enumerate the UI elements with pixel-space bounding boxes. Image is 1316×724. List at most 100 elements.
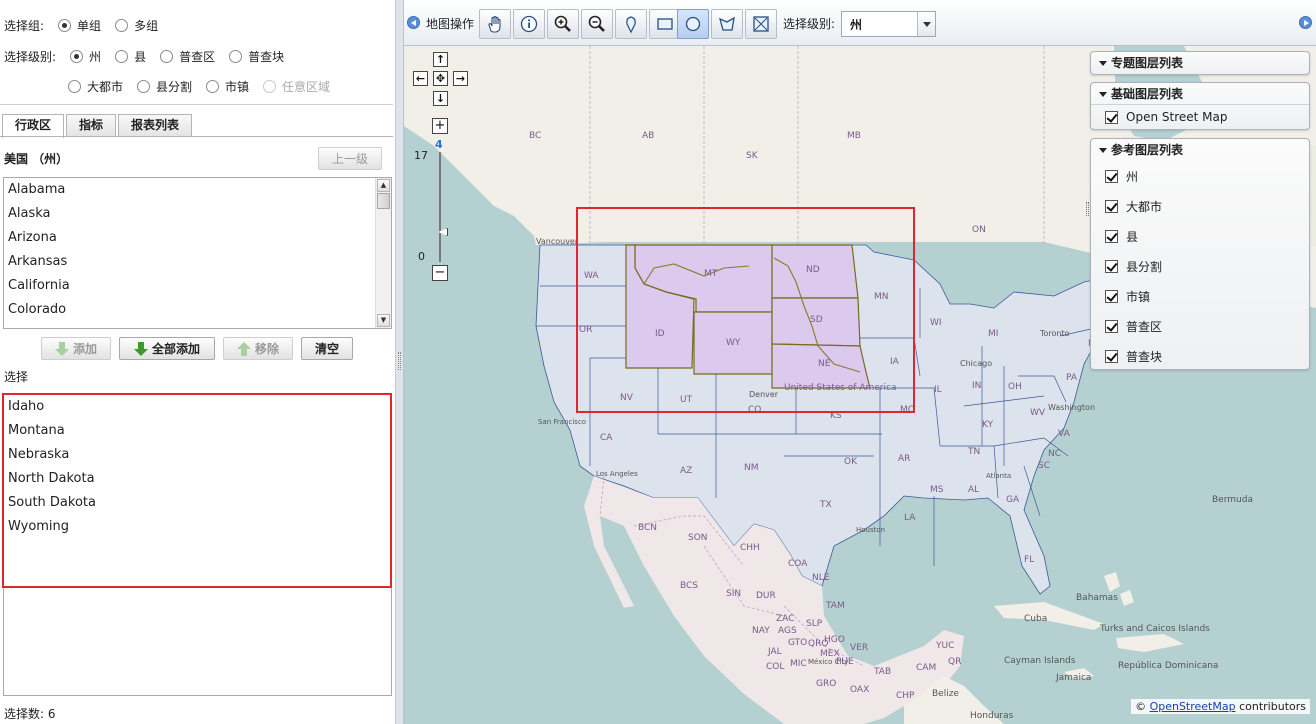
list-item[interactable]: Nebraska (4, 443, 391, 467)
checkbox-icon[interactable] (1105, 289, 1118, 303)
scroll-up-icon[interactable]: ▲ (377, 179, 390, 192)
radio-level-county-subdivision[interactable]: 县分割 (137, 78, 192, 95)
label-son: SON (688, 533, 708, 543)
marker-icon (626, 16, 636, 34)
radio-level-tract[interactable]: 普查区 (160, 48, 215, 65)
zoom-in-icon (554, 15, 571, 32)
radio-level-county[interactable]: 县 (115, 48, 146, 65)
cuba (994, 602, 1104, 630)
list-item[interactable]: California (4, 274, 391, 298)
list-item[interactable]: Wyoming (4, 515, 391, 539)
checkbox-icon[interactable] (1105, 110, 1118, 124)
radio-level-block[interactable]: 普查块 (229, 48, 284, 65)
selected-regions-list[interactable]: Idaho Montana Nebraska North Dakota South Da… (3, 394, 392, 696)
level-label: 选择级别: (4, 49, 57, 64)
radio-level-state[interactable]: 州 (70, 48, 101, 65)
add-button[interactable]: 添加 (41, 337, 111, 360)
label-gro: GRO (816, 679, 836, 689)
pan-tool-button[interactable] (479, 9, 511, 39)
label-denver: Denver (749, 390, 779, 399)
checkbox-icon[interactable] (1105, 229, 1118, 243)
label-dominicana: República Dominicana (1118, 661, 1218, 671)
pan-down-icon[interactable]: ↓ (433, 91, 448, 106)
checkbox-icon[interactable] (1105, 349, 1118, 363)
list-item[interactable]: Alabama (4, 178, 391, 202)
reference-layers-header[interactable]: 参考图层列表 (1091, 139, 1309, 161)
label-chh: CHH (740, 543, 760, 553)
label-pue: PUE (836, 657, 854, 667)
list-item[interactable]: Alaska (4, 202, 391, 226)
scroll-down-icon[interactable]: ▼ (377, 314, 390, 327)
tab-indicators[interactable]: 指标 (66, 114, 117, 137)
clear-button[interactable]: 清空 (301, 337, 353, 360)
label-cuba: Cuba (1024, 614, 1047, 624)
remove-button[interactable]: 移除 (223, 337, 293, 360)
chevron-down-icon[interactable] (917, 12, 935, 36)
list-item[interactable]: Montana (4, 419, 391, 443)
zoom-out-tool-button[interactable] (581, 9, 613, 39)
scroll-thumb[interactable] (377, 193, 390, 209)
osm-link[interactable]: OpenStreetMap (1150, 700, 1236, 713)
up-level-button[interactable]: 上一级 (318, 147, 382, 170)
list-item[interactable]: North Dakota (4, 467, 391, 491)
add-all-button[interactable]: 全部添加 (119, 337, 215, 360)
label-yuc: YUC (935, 641, 954, 651)
tab-admin-regions[interactable]: 行政区 (2, 114, 65, 138)
thematic-layers-panel[interactable]: 专题图层列表 (1090, 51, 1310, 75)
label-ags: AGS (778, 626, 797, 636)
reference-layer-row[interactable]: 县分割 (1091, 251, 1309, 281)
remove-button-label: 移除 (254, 342, 279, 356)
reference-layer-row[interactable]: 市镇 (1091, 281, 1309, 311)
radio-multi-group[interactable]: 多组 (115, 17, 158, 34)
reference-layer-row[interactable]: 县 (1091, 221, 1309, 251)
available-regions-list[interactable]: Alabama Alaska Arizona Arkansas California Co… (3, 177, 392, 329)
list-item[interactable]: Arkansas (4, 250, 391, 274)
checkbox-icon[interactable] (1105, 199, 1118, 213)
checkbox-icon[interactable] (1105, 259, 1118, 273)
thematic-layers-header[interactable]: 专题图层列表 (1091, 52, 1309, 74)
zoom-in-tool-button[interactable] (547, 9, 579, 39)
list-item[interactable]: Colorado (4, 298, 391, 322)
base-layers-header[interactable]: 基础图层列表 (1091, 83, 1309, 105)
label-la: LA (904, 513, 916, 523)
layer-panel-grip-icon[interactable] (1086, 202, 1089, 216)
pan-center-icon[interactable]: ✥ (433, 71, 448, 86)
label-oax: OAX (850, 685, 869, 695)
radio-dot-icon (263, 79, 277, 93)
reference-layer-row[interactable]: 普查块 (1091, 341, 1309, 371)
polygon-tool-button[interactable] (711, 9, 743, 39)
panel-splitter[interactable] (396, 0, 404, 724)
reference-layer-row[interactable]: 普查区 (1091, 311, 1309, 341)
reference-layer-row[interactable]: 州 (1091, 161, 1309, 191)
pan-left-icon[interactable]: ← (413, 71, 428, 86)
info-tool-button[interactable] (513, 9, 545, 39)
base-layer-row[interactable]: Open Street Map (1091, 105, 1309, 129)
clear-selection-tool-button[interactable] (745, 9, 777, 39)
circle-tool-button[interactable] (677, 9, 709, 39)
label-honduras: Honduras (970, 711, 1014, 721)
zoom-out-icon[interactable]: − (432, 265, 448, 281)
radio-level-town[interactable]: 市镇 (206, 78, 249, 95)
pan-right-icon[interactable]: → (453, 71, 468, 86)
checkbox-icon[interactable] (1105, 319, 1118, 333)
radio-label: 任意区域 (282, 79, 331, 94)
level-select[interactable]: 州 (841, 11, 936, 37)
list-item[interactable]: South Dakota (4, 491, 391, 515)
label-usa: United States of America (784, 383, 896, 393)
collapse-left-icon[interactable] (407, 16, 420, 29)
zoom-slider-track[interactable] (439, 152, 441, 262)
pan-up-icon[interactable]: ↑ (433, 52, 448, 67)
list-scrollbar[interactable]: ▲ ▼ (375, 178, 391, 328)
zoom-in-icon[interactable]: + (432, 118, 448, 134)
radio-single-group[interactable]: 单组 (58, 17, 101, 34)
radio-level-metro[interactable]: 大都市 (68, 78, 123, 95)
checkbox-icon[interactable] (1105, 169, 1118, 183)
list-item[interactable]: Idaho (4, 395, 391, 419)
reference-layer-row[interactable]: 大都市 (1091, 191, 1309, 221)
collapse-right-icon[interactable] (1299, 16, 1312, 29)
tab-report-list[interactable]: 报表列表 (118, 114, 193, 137)
list-item[interactable]: Arizona (4, 226, 391, 250)
radio-dot-icon (229, 49, 243, 63)
marker-tool-button[interactable] (615, 9, 647, 39)
label-col: COL (766, 662, 784, 672)
